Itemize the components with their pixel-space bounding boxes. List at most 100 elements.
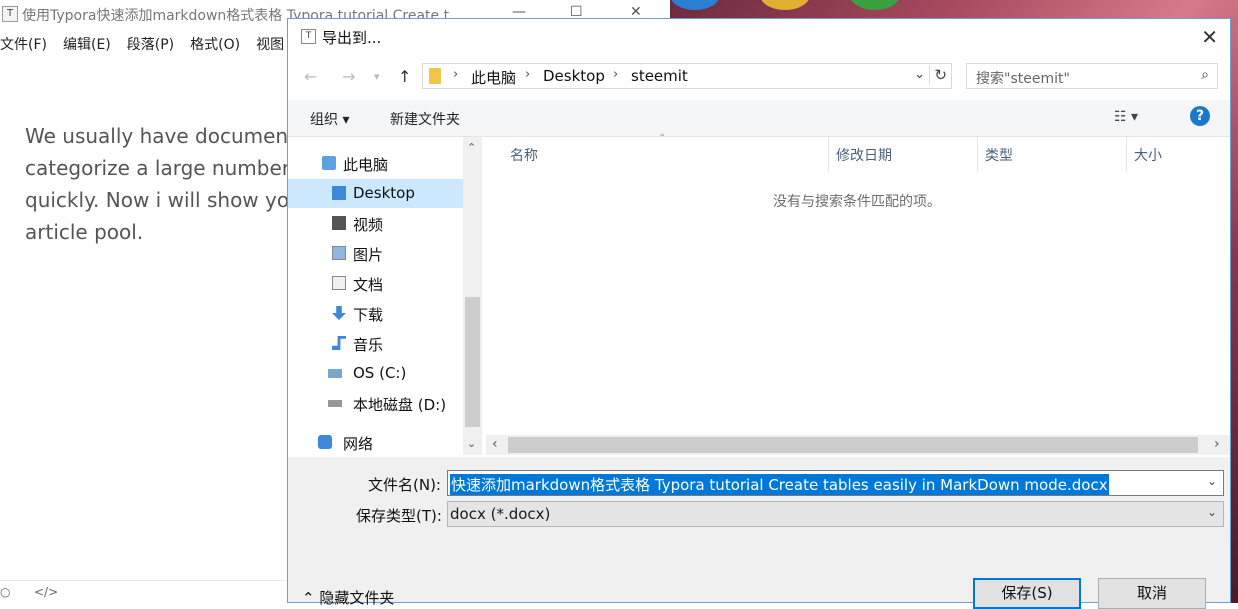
- nav-label: Desktop: [353, 184, 415, 202]
- network-icon: [318, 435, 332, 449]
- save-button[interactable]: 保存(S): [973, 578, 1081, 609]
- close-icon[interactable]: ✕: [1201, 25, 1218, 49]
- source-code-toggle-icon[interactable]: </>: [34, 585, 58, 599]
- taskbar-app-icon: [670, 0, 720, 10]
- up-arrow-icon[interactable]: ↑: [398, 67, 411, 86]
- nav-item-this-pc[interactable]: 此电脑: [288, 149, 463, 178]
- nav-item-music[interactable]: 音乐: [288, 329, 463, 358]
- drive-d-icon: [328, 400, 342, 407]
- drive-c-icon: [328, 369, 342, 378]
- file-list-horizontal-scrollbar[interactable]: ‹ ›: [486, 435, 1230, 455]
- nav-item-downloads[interactable]: 下载: [288, 299, 463, 328]
- breadcrumb-steemit[interactable]: steemit: [631, 67, 688, 85]
- nav-item-drive-c[interactable]: OS (C:): [288, 359, 463, 388]
- refresh-icon[interactable]: ↻: [929, 66, 947, 84]
- documents-folder-icon: [332, 276, 346, 290]
- column-header-label: 大小: [1134, 148, 1162, 164]
- outline-toggle-icon[interactable]: ○: [0, 585, 10, 599]
- column-header-label: 名称: [510, 148, 538, 164]
- computer-icon: [322, 156, 336, 170]
- dialog-toolbar: 组织 ▾ 新建文件夹 ☷ ▾ ?: [288, 100, 1230, 137]
- breadcrumb-separator-icon: ›: [453, 67, 459, 82]
- chevron-down-icon[interactable]: ⌄: [1207, 474, 1217, 488]
- column-header-size[interactable]: 大小: [1127, 137, 1227, 171]
- filetype-label: 保存类型(T):: [356, 507, 442, 525]
- search-icon: ⌕: [1201, 67, 1209, 83]
- column-header-label: 修改日期: [836, 148, 892, 164]
- scroll-down-chevron-icon[interactable]: ⌄: [467, 437, 476, 450]
- organize-button[interactable]: 组织 ▾: [310, 109, 349, 129]
- save-form: 文件名(N): 快速添加markdown格式表格 Typora tutorial…: [288, 457, 1230, 609]
- menu-file[interactable]: 文件(F): [0, 34, 47, 58]
- desktop-folder-icon: [332, 186, 346, 200]
- nav-label: 文档: [353, 276, 384, 294]
- forward-arrow-icon[interactable]: →: [342, 67, 355, 86]
- breadcrumb-separator-icon: ›: [525, 67, 531, 82]
- video-folder-icon: [332, 216, 346, 230]
- nav-item-videos[interactable]: 视频: [288, 209, 463, 238]
- nav-label: 音乐: [353, 336, 384, 354]
- menu-format[interactable]: 格式(O): [190, 34, 240, 58]
- nav-label: 此电脑: [343, 156, 389, 174]
- menu-paragraph[interactable]: 段落(P): [127, 34, 174, 58]
- nav-label: 网络: [343, 435, 374, 453]
- address-dropdown-icon[interactable]: ⌄: [914, 67, 925, 82]
- taskbar-app-icon: [760, 0, 810, 10]
- file-list[interactable]: 名称 ⌃ 修改日期 类型 大小 没有与搜索条件匹配的项。: [486, 133, 1230, 455]
- nav-item-documents[interactable]: 文档: [288, 269, 463, 298]
- nav-vertical-scrollbar[interactable]: ⌃ ⌄: [463, 137, 482, 455]
- column-header-type[interactable]: 类型: [978, 137, 1126, 171]
- nav-label: 图片: [353, 246, 384, 264]
- nav-label: 本地磁盘 (D:): [353, 396, 447, 414]
- address-bar[interactable]: › 此电脑 › Desktop › steemit ⌄ ↻: [422, 63, 952, 89]
- scroll-right-chevron-icon[interactable]: ›: [1214, 436, 1220, 452]
- column-header-name[interactable]: 名称 ⌃: [486, 133, 828, 171]
- sort-ascending-icon: ⌃: [658, 133, 667, 144]
- breadcrumb-desktop[interactable]: Desktop: [543, 67, 605, 85]
- scrollbar-thumb[interactable]: [465, 297, 480, 427]
- filename-field[interactable]: 快速添加markdown格式表格 Typora tutorial Create …: [447, 470, 1224, 496]
- typora-statusbar: ○ </>: [0, 580, 290, 604]
- address-row: ← → ▾ ↑ › 此电脑 › Desktop › steemit ⌄ ↻ 搜索…: [288, 61, 1230, 93]
- filename-value: 快速添加markdown格式表格 Typora tutorial Create …: [450, 474, 1109, 495]
- nav-item-desktop[interactable]: Desktop: [288, 179, 463, 208]
- new-folder-button[interactable]: 新建文件夹: [390, 109, 460, 129]
- help-icon[interactable]: ?: [1190, 106, 1210, 126]
- scrollbar-thumb[interactable]: [508, 437, 1198, 453]
- music-folder-icon: [332, 336, 346, 350]
- nav-label: 下载: [353, 306, 384, 324]
- typora-app-icon: T: [301, 29, 316, 44]
- back-arrow-icon[interactable]: ←: [304, 67, 317, 86]
- search-input[interactable]: 搜索"steemit" ⌕: [966, 63, 1218, 89]
- nav-item-network[interactable]: 网络: [288, 428, 463, 457]
- menu-view[interactable]: 视图: [256, 34, 284, 58]
- nav-label: OS (C:): [353, 364, 407, 382]
- chevron-down-icon[interactable]: ⌄: [1207, 505, 1217, 519]
- filename-label: 文件名(N):: [368, 476, 441, 494]
- breadcrumb-this-pc[interactable]: 此电脑: [471, 67, 516, 88]
- typora-app-icon: T: [2, 6, 18, 22]
- downloads-folder-icon: [332, 306, 346, 320]
- chevron-up-icon: ⌃: [302, 589, 315, 607]
- view-options-icon[interactable]: ☷ ▾: [1114, 109, 1138, 125]
- nav-label: 视频: [353, 216, 384, 234]
- cancel-button[interactable]: 取消: [1098, 578, 1206, 609]
- filetype-select[interactable]: docx (*.docx) ⌄: [447, 501, 1224, 527]
- scroll-up-chevron-icon[interactable]: ⌃: [467, 141, 476, 154]
- recent-locations-chevron-icon[interactable]: ▾: [374, 70, 380, 83]
- column-header-label: 类型: [985, 148, 1013, 164]
- search-placeholder: 搜索"steemit": [976, 71, 1070, 87]
- hide-folders-toggle[interactable]: ⌃ 隐藏文件夹: [302, 587, 394, 608]
- empty-folder-message: 没有与搜索条件匹配的项。: [773, 194, 941, 210]
- filetype-value: docx (*.docx): [450, 505, 551, 523]
- navigation-pane: 此电脑 Desktop 视频 图片 文档 下载 音乐 OS (C:) 本地磁盘 …: [288, 137, 483, 455]
- column-header-modified[interactable]: 修改日期: [829, 137, 977, 171]
- folder-icon: [429, 68, 441, 84]
- menu-edit[interactable]: 编辑(E): [63, 34, 111, 58]
- scroll-left-chevron-icon[interactable]: ‹: [492, 436, 498, 452]
- hide-folders-label: 隐藏文件夹: [319, 589, 395, 607]
- nav-item-drive-d[interactable]: 本地磁盘 (D:): [288, 389, 463, 418]
- nav-item-pictures[interactable]: 图片: [288, 239, 463, 268]
- pictures-folder-icon: [332, 246, 346, 260]
- dialog-titlebar: T 导出到... ✕: [288, 19, 1230, 55]
